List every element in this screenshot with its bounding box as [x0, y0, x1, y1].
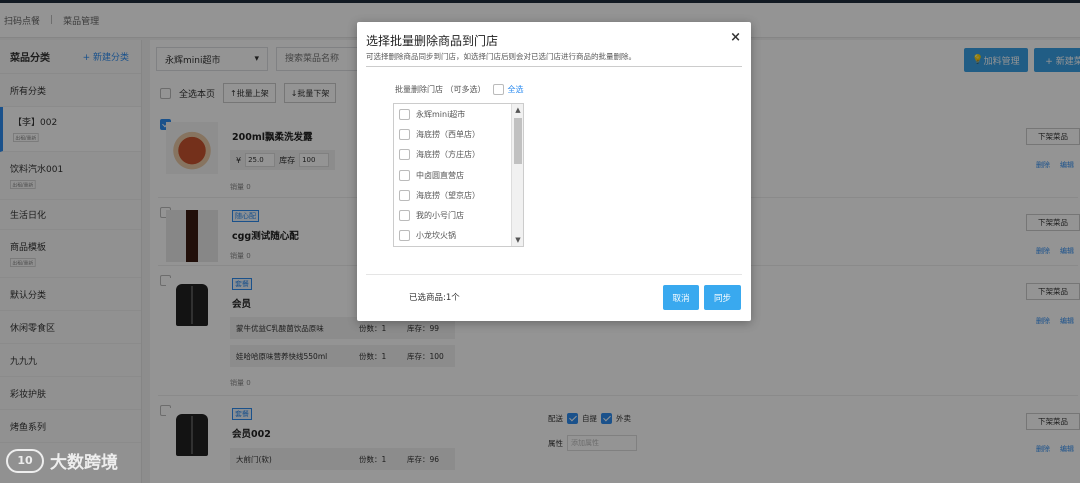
store-option[interactable]: 海底捞（望京店） — [394, 185, 523, 205]
store-option[interactable]: 我的小号门店 — [394, 205, 523, 225]
bulk-delete-store-modal: 选择批量删除商品到门店 可选择删除商品同步到门店，如选择门店后则会对已选门店进行… — [357, 22, 751, 321]
store-checkbox[interactable] — [399, 149, 410, 161]
select-all-control[interactable]: 全选 — [492, 84, 524, 95]
store-checkbox[interactable] — [399, 108, 410, 120]
select-all-checkbox[interactable] — [492, 84, 504, 95]
store-option[interactable]: 海底捞（西单店） — [394, 124, 523, 144]
chevron-down-icon[interactable]: ▼ — [512, 234, 523, 246]
chevron-up-icon[interactable]: ▲ — [512, 104, 523, 116]
store-option[interactable]: 永辉mini超市 — [394, 104, 523, 124]
store-label: 批量删除门店 （可多选） — [395, 85, 486, 94]
select-all-label: 全选 — [507, 85, 524, 94]
store-checkbox[interactable] — [399, 189, 410, 201]
store-option[interactable]: 中卤圆直营店 — [394, 165, 523, 185]
scrollbar-thumb[interactable] — [514, 118, 522, 164]
store-option[interactable]: 小龙坎火锅 — [394, 226, 523, 246]
modal-title: 选择批量删除商品到门店 — [366, 34, 499, 48]
store-checkbox[interactable] — [399, 230, 410, 242]
watermark: 10 大数跨境 — [6, 448, 118, 473]
sync-button[interactable]: 同步 — [704, 285, 741, 310]
store-checkbox[interactable] — [399, 169, 410, 181]
modal-subtitle: 可选择删除商品同步到门店，如选择门店后则会对已选门店进行商品的批量删除。 — [366, 52, 636, 61]
store-list-scrollbar[interactable]: ▲ ▼ — [511, 104, 523, 246]
store-checkbox[interactable] — [399, 128, 410, 140]
divider — [366, 274, 742, 275]
watermark-logo: 10 — [6, 448, 44, 473]
selected-count: 已选商品:1个 — [409, 293, 460, 303]
store-option[interactable]: 海底捞（方庄店） — [394, 145, 523, 165]
close-icon[interactable]: × — [730, 30, 741, 45]
store-label-row: 批量删除门店 （可多选） 全选 — [395, 84, 524, 95]
store-checkbox[interactable] — [399, 210, 410, 222]
divider — [366, 66, 742, 67]
watermark-text: 大数跨境 — [50, 453, 118, 473]
store-list[interactable]: 永辉mini超市 海底捞（西单店） 海底捞（方庄店） 中卤圆直营店 海底捞（望京… — [393, 103, 524, 247]
cancel-button[interactable]: 取消 — [663, 285, 699, 310]
